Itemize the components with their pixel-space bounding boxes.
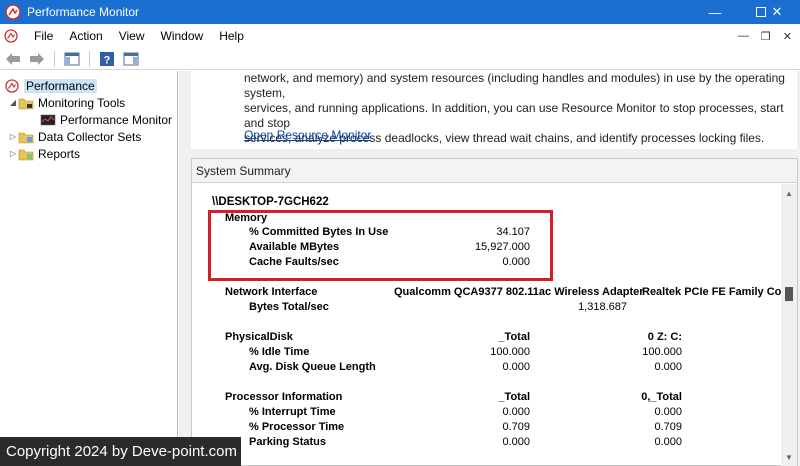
counter-name: % Idle Time xyxy=(249,346,310,358)
show-hide-action-pane-button[interactable] xyxy=(122,50,140,68)
window-title: Performance Monitor xyxy=(27,5,140,19)
tree-item-label: Performance Monitor xyxy=(60,112,173,127)
system-summary-panel: System Summary \\DESKTOP-7GCH622 Memory … xyxy=(191,158,798,466)
help-icon: ? xyxy=(100,51,114,66)
overview-line: network, and memory) and system resource… xyxy=(244,71,785,100)
title-bar: Performance Monitor — ✕ xyxy=(0,0,800,24)
counter-value: 100.000 xyxy=(642,346,682,358)
mdi-restore-icon[interactable]: ❐ xyxy=(761,30,771,43)
data-collector-folder-icon xyxy=(18,132,34,143)
tree-item-performance[interactable]: Performance xyxy=(4,77,97,94)
counter-value: 0.000 xyxy=(502,406,530,418)
counter-name: Parking Status xyxy=(249,436,327,448)
counter-name: % Processor Time xyxy=(249,421,345,433)
tree-item-label: Reports xyxy=(38,146,81,161)
close-button[interactable]: ✕ xyxy=(754,0,800,24)
menu-file[interactable]: File xyxy=(26,24,61,48)
tree-item-label: Performance xyxy=(24,78,97,93)
toolbar-separator xyxy=(54,50,55,67)
document-icon[interactable] xyxy=(4,29,18,43)
counter-name: Bytes Total/sec xyxy=(249,301,329,313)
forward-button[interactable] xyxy=(28,50,46,68)
menu-view[interactable]: View xyxy=(111,24,153,48)
console-tree-icon xyxy=(64,52,80,65)
folder-icon xyxy=(18,98,34,109)
counter-value: 0.000 xyxy=(654,361,682,373)
tree-item-data-collector-sets[interactable]: ▷ Data Collector Sets xyxy=(8,128,141,145)
forward-arrow-icon xyxy=(30,52,44,65)
network-section-label: Network Interface xyxy=(225,286,318,298)
chevron-right-icon[interactable]: ▷ xyxy=(8,132,18,141)
column-header: _Total xyxy=(498,391,530,403)
menu-help[interactable]: Help xyxy=(211,24,252,48)
column-header: 0,_Total xyxy=(641,391,682,403)
counter-value: 0.709 xyxy=(502,421,530,433)
scroll-up-icon[interactable]: ▲ xyxy=(781,186,797,200)
copyright-watermark: Copyright 2024 by Deve-point.com xyxy=(0,437,241,466)
computer-name: \\DESKTOP-7GCH622 xyxy=(212,196,329,208)
tree-item-label: Data Collector Sets xyxy=(38,129,142,144)
counter-name: % Interrupt Time xyxy=(249,406,336,418)
reports-folder-icon xyxy=(18,149,34,160)
counter-value: 0.000 xyxy=(502,361,530,373)
svg-text:?: ? xyxy=(104,54,111,66)
help-button[interactable]: ? xyxy=(98,50,116,68)
scroll-down-icon[interactable]: ▼ xyxy=(781,450,797,464)
system-summary-header: System Summary xyxy=(192,159,797,183)
mdi-close-icon[interactable]: ✕ xyxy=(783,30,792,43)
back-button[interactable] xyxy=(4,50,22,68)
tree-item-performance-monitor[interactable]: Performance Monitor xyxy=(40,111,172,128)
tree-item-monitoring-tools[interactable]: ◢ Monitoring Tools xyxy=(8,94,125,111)
close-icon: ✕ xyxy=(771,4,783,19)
column-header: 0 Z: C: xyxy=(647,331,682,343)
physicaldisk-section-label: PhysicalDisk xyxy=(225,331,293,343)
mdi-minimize-icon[interactable]: — xyxy=(738,30,749,42)
show-hide-console-tree-button[interactable] xyxy=(63,50,81,68)
overview-panel: network, and memory) and system resource… xyxy=(191,71,797,149)
performance-monitor-icon xyxy=(5,4,21,20)
column-header: _Total xyxy=(498,331,530,343)
counter-value: 1,318.687 xyxy=(578,301,627,313)
menu-window[interactable]: Window xyxy=(153,24,212,48)
counter-value: 0.000 xyxy=(654,436,682,448)
open-resource-monitor-link[interactable]: Open Resource Monitor xyxy=(244,128,371,142)
minimize-button[interactable]: — xyxy=(692,0,738,24)
console-tree: Performance ◢ Monitoring Tools Performan… xyxy=(0,71,178,466)
minimize-icon: — xyxy=(708,4,722,20)
counter-name: Avg. Disk Queue Length xyxy=(249,361,376,373)
scrollbar-thumb[interactable] xyxy=(785,287,793,301)
chevron-right-icon[interactable]: ▷ xyxy=(8,149,18,158)
toolbar-separator xyxy=(89,50,90,67)
counter-value: 0.000 xyxy=(654,406,682,418)
processor-section-label: Processor Information xyxy=(225,391,343,403)
menu-action[interactable]: Action xyxy=(61,24,110,48)
tree-item-label: Monitoring Tools xyxy=(38,95,126,110)
menu-bar: File Action View Window Help — ❐ ✕ xyxy=(0,24,800,48)
column-header: Qualcomm QCA9377 802.11ac Wireless Adapt… xyxy=(394,286,644,298)
back-arrow-icon xyxy=(6,52,20,65)
counter-value: 100.000 xyxy=(490,346,530,358)
memory-highlight-box xyxy=(208,210,553,281)
counter-value: 0.000 xyxy=(502,436,530,448)
chevron-down-icon[interactable]: ◢ xyxy=(8,98,18,107)
counter-value: 0.709 xyxy=(654,421,682,433)
mdi-controls: — ❐ ✕ xyxy=(738,24,800,48)
action-pane-icon xyxy=(123,52,139,65)
column-header: Realtek PCIe FE Family Con xyxy=(642,286,782,298)
performance-icon xyxy=(5,78,19,93)
toolbar: ? xyxy=(0,48,800,70)
overview-line: services, and running applications. In a… xyxy=(244,101,784,130)
chart-monitor-icon xyxy=(40,114,56,125)
tree-item-reports[interactable]: ▷ Reports xyxy=(8,145,80,162)
vertical-scrollbar[interactable]: ▲ ▼ xyxy=(781,184,797,466)
